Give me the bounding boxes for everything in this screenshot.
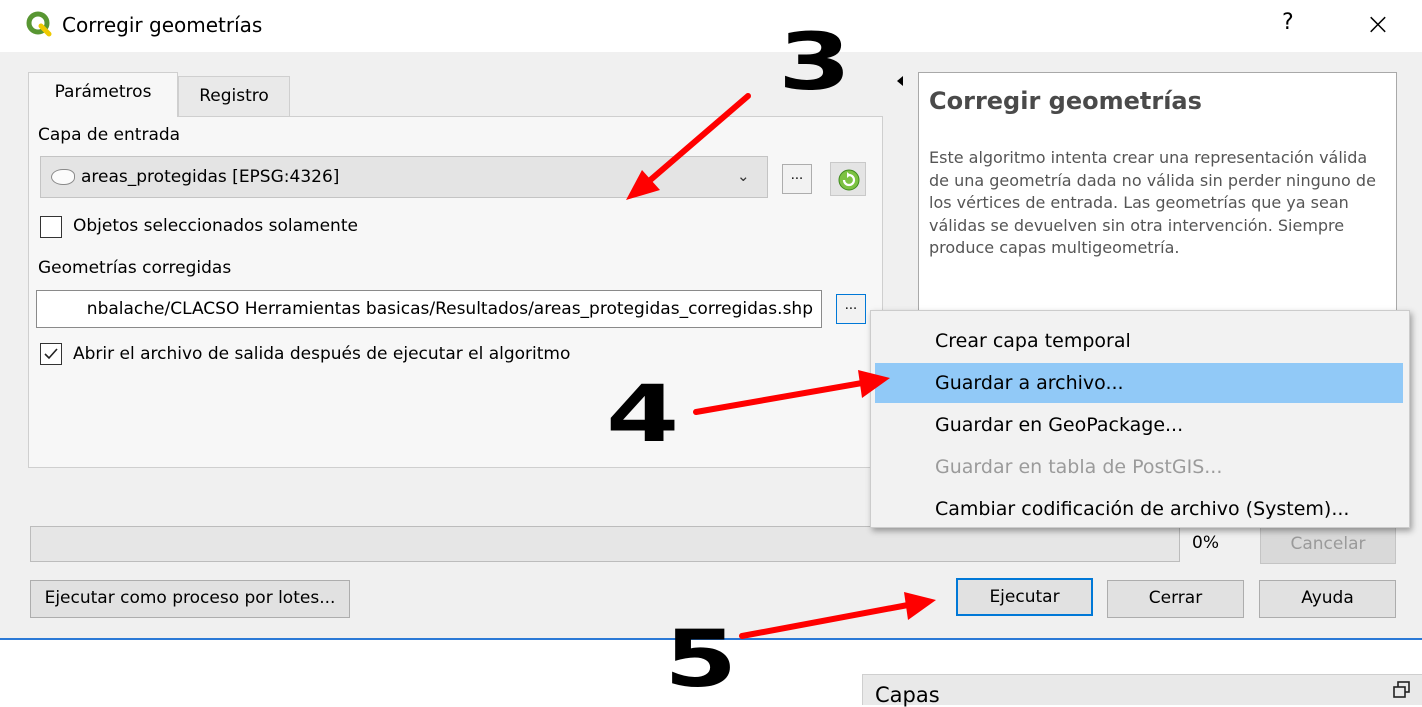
layers-panel-title: Capas [875, 683, 940, 707]
float-window-icon[interactable] [1393, 681, 1411, 699]
layers-panel-header: Capas [862, 674, 1422, 707]
annotation-arrows [626, 93, 936, 639]
tab-parametros[interactable]: Parámetros [28, 72, 178, 117]
annotation-arrow-4 [693, 370, 890, 415]
annotation-arrow-3 [626, 93, 751, 200]
annotation-arrow-5 [739, 592, 936, 639]
